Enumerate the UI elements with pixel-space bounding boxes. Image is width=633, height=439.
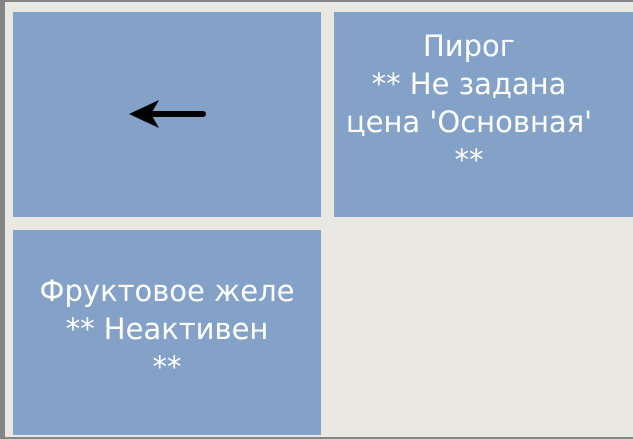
product-tile-fruit-jelly[interactable]: Фруктовое желе ** Неактивен ** [13, 230, 321, 435]
product-name: Пирог [422, 29, 516, 63]
back-button[interactable] [13, 12, 321, 217]
product-tile-pie[interactable]: Пирог ** Не задана цена 'Основная' ** [334, 12, 633, 217]
product-status-line: ** Неактивен [65, 312, 269, 346]
product-name: Фруктовое желе [39, 274, 295, 308]
arrow-left-icon [127, 95, 207, 135]
product-selection-screen: Пирог ** Не задана цена 'Основная' ** Фр… [0, 0, 633, 439]
product-status-line: ** [152, 350, 182, 384]
product-status-line: ** Не задана [371, 67, 567, 101]
product-status-line: цена 'Основная' [345, 105, 593, 139]
product-tile-label: Фруктовое желе ** Неактивен ** [40, 272, 295, 386]
product-tile-label: Пирог ** Не задана цена 'Основная' ** [346, 27, 592, 179]
product-status-line: ** [454, 143, 484, 177]
